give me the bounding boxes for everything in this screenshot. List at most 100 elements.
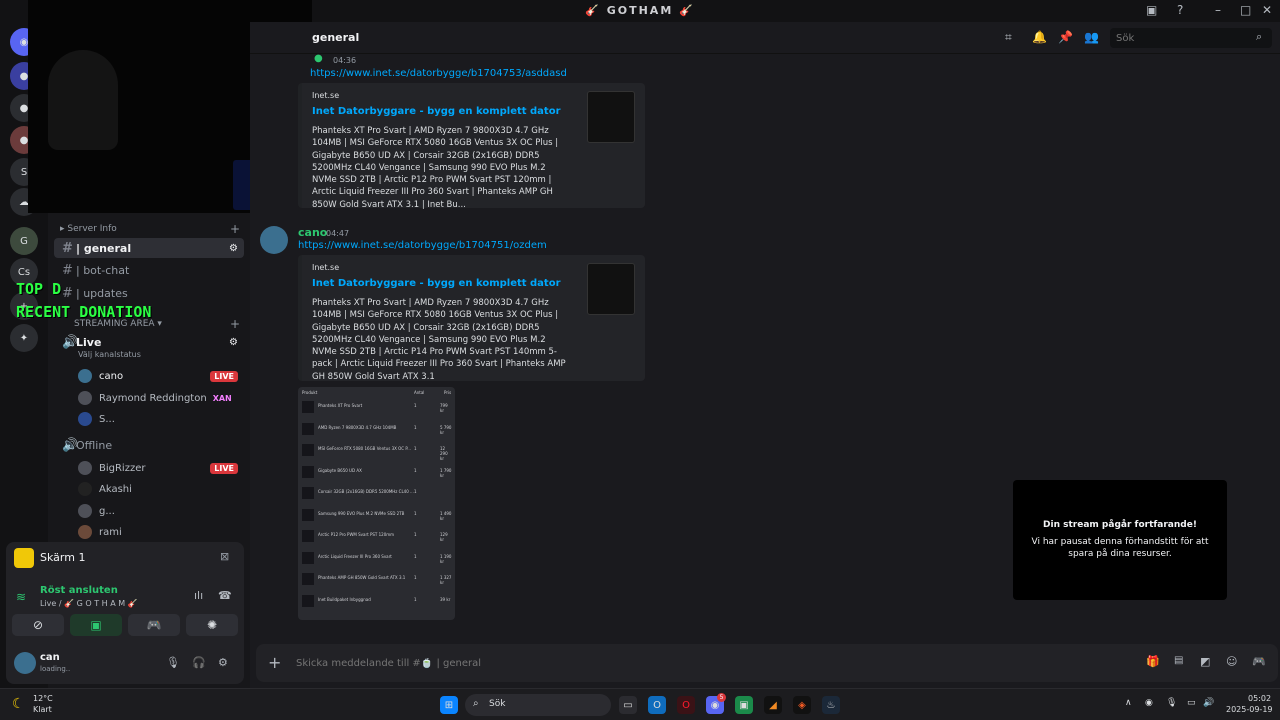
gif-icon[interactable]: ▤ xyxy=(1174,655,1183,666)
tray-icon[interactable]: ◉ xyxy=(1145,698,1153,708)
add-attachment-icon[interactable]: + xyxy=(268,653,281,672)
soundboard-button[interactable]: ✺ xyxy=(186,614,238,636)
search-input[interactable] xyxy=(1110,28,1272,48)
product-thumbnail xyxy=(302,487,314,499)
opera-gx-icon[interactable]: O xyxy=(677,696,695,714)
product-price: 129 kr xyxy=(440,532,448,542)
voice-user[interactable]: g... xyxy=(78,501,115,521)
app-icon[interactable]: ▣ xyxy=(735,696,753,714)
gift-icon[interactable]: 🎁 xyxy=(1146,655,1160,668)
microphone-icon[interactable]: 🎙 xyxy=(166,656,180,669)
pin-icon[interactable]: 📌 xyxy=(1058,30,1073,44)
help-icon[interactable]: ? xyxy=(1177,3,1183,17)
notification-badge: 5 xyxy=(717,693,726,702)
brave-icon[interactable]: ◈ xyxy=(793,696,811,714)
product-thumbnail xyxy=(302,530,314,542)
steam-icon[interactable]: ♨ xyxy=(822,696,840,714)
voice-user[interactable]: Akashi xyxy=(78,479,132,499)
product-price: 1 190 kr xyxy=(440,553,452,564)
stream-card-desc: Vi har pausat denna förhandstitt för att… xyxy=(1031,537,1209,559)
channel-updates[interactable]: # | updates xyxy=(54,283,244,303)
product-name: Inet Buildpaket Inbyggnad xyxy=(318,596,371,602)
category-server-info[interactable]: ▸ Server Info xyxy=(60,224,117,234)
product-thumbnail xyxy=(302,551,314,564)
apps-icon[interactable]: 🎮 xyxy=(1252,655,1266,668)
table-row: Arctic Liquid Freezer III Pro 360 Svart 1… xyxy=(302,551,452,571)
table-row: AMD Ryzen 7 9800X3D 4.7 GHz 104MB 1 5 790 … xyxy=(302,422,452,442)
embed-description: Phanteks XT Pro Svart | AMD Ryzen 7 9800… xyxy=(312,298,566,382)
voice-user[interactable]: S... xyxy=(78,409,115,429)
voice-channel-live[interactable]: 🔊 Live ⚙ xyxy=(54,332,244,352)
file-explorer-icon[interactable]: ▭ xyxy=(619,696,637,714)
app-icon[interactable]: ◢ xyxy=(764,696,782,714)
camera-off-button[interactable]: ⊘ xyxy=(12,614,64,636)
table-row: Phanteks AMP GH 850W Gold Svart ATX 3.1 1… xyxy=(302,573,452,592)
threads-icon[interactable]: ⌗ xyxy=(1005,30,1012,45)
voice-connected[interactable]: Röst ansluten xyxy=(40,585,118,596)
add-channel-icon[interactable]: + xyxy=(230,222,240,236)
weather-temp[interactable]: 12°C xyxy=(33,694,53,703)
disconnect-icon[interactable]: ☎ xyxy=(218,589,232,602)
user-status: loading.. xyxy=(40,665,71,673)
volume-icon[interactable]: 🔊 xyxy=(1203,698,1214,708)
activity-button[interactable]: 🎮 xyxy=(128,614,180,636)
voice-user[interactable]: Raymond Reddington XAN xyxy=(78,388,238,408)
taskbar-search[interactable]: ⌕ Sök xyxy=(465,694,611,716)
tray-chevron-icon[interactable]: ∧ xyxy=(1125,698,1132,708)
overlay-top-donation: TOP D xyxy=(16,280,62,298)
discover-icon[interactable]: ✦ xyxy=(10,324,38,352)
channel-status[interactable]: Välj kanalstatus xyxy=(78,350,141,359)
message-link[interactable]: https://www.inet.se/datorbygge/b1704753/… xyxy=(310,68,567,79)
display-icon[interactable]: ▭ xyxy=(1187,698,1196,708)
add-channel-icon[interactable]: + xyxy=(230,317,240,331)
server-gotham[interactable]: G xyxy=(10,227,38,255)
channel-bot-chat[interactable]: # | bot-chat xyxy=(54,260,244,280)
channel-general[interactable]: # | general ⚙ xyxy=(54,238,244,258)
voice-channel-offline[interactable]: 🔊 Offline xyxy=(54,435,244,455)
user-settings-icon[interactable]: ⚙ xyxy=(218,656,228,669)
table-row: MSI GeForce RTX 5080 16GB Ventus 3X OC P… xyxy=(302,444,452,463)
settings-icon[interactable]: ⚙ xyxy=(229,243,238,254)
stream-preview-card[interactable]: Din stream pågår fortfarande! Vi har pau… xyxy=(1013,480,1227,600)
weather-desc[interactable]: Klart xyxy=(33,705,52,714)
emoji-icon[interactable]: ☺ xyxy=(1226,655,1237,668)
bell-icon[interactable]: 🔔 xyxy=(1032,30,1047,44)
product-thumbnail xyxy=(302,401,314,413)
weather-moon-icon[interactable]: ☾ xyxy=(12,696,25,712)
user-name[interactable]: can xyxy=(40,652,60,663)
maximize-icon[interactable]: □ xyxy=(1240,3,1251,17)
product-qty: 1 xyxy=(414,510,417,516)
settings-icon[interactable]: ⚙ xyxy=(229,337,238,348)
clock-date[interactable]: 2025-09-19 xyxy=(1226,705,1273,714)
avatar[interactable] xyxy=(260,226,288,254)
screen-share-button[interactable]: ▣ xyxy=(70,614,122,636)
avatar[interactable] xyxy=(14,652,36,674)
embed-thumbnail[interactable] xyxy=(587,263,635,315)
windows-start-icon[interactable]: ⊞ xyxy=(440,696,458,714)
close-icon[interactable]: ✕ xyxy=(1262,3,1272,17)
message-timestamp: 04:36 xyxy=(333,56,357,65)
voice-user[interactable]: rami xyxy=(78,522,122,542)
minimize-icon[interactable]: – xyxy=(1215,3,1221,17)
message-input[interactable] xyxy=(296,653,1096,673)
clock-time[interactable]: 05:02 xyxy=(1248,694,1271,703)
stop-stream-icon[interactable]: ⊠ xyxy=(220,550,229,563)
voice-channel-name[interactable]: Live / 🎸 G O T H A M 🎸 xyxy=(40,599,138,608)
headphones-icon[interactable]: 🎧 xyxy=(192,656,206,669)
attachment-image[interactable]: Produkt Antal Pris Phanteks XT Pro Svart… xyxy=(298,387,455,620)
voice-user[interactable]: cano LIVE xyxy=(78,366,238,386)
voice-user[interactable]: BigRizzer LIVE xyxy=(78,458,238,478)
message-author[interactable]: cano xyxy=(298,226,327,239)
outlook-icon[interactable]: O xyxy=(648,696,666,714)
noise-icon[interactable]: ılı xyxy=(194,589,203,602)
table-row: Inet Buildpaket Inbyggnad 1 39 kr xyxy=(302,594,452,614)
sticker-icon[interactable]: ◩ xyxy=(1200,655,1210,668)
microphone-icon[interactable]: 🎙 xyxy=(1166,698,1177,708)
embed-thumbnail[interactable] xyxy=(587,91,635,143)
product-price: 1 327 kr xyxy=(440,575,452,585)
message-link[interactable]: https://www.inet.se/datorbygge/b1704751/… xyxy=(298,240,547,251)
product-name: Samsung 990 EVO Plus M.2 NVMe SSD 2TB xyxy=(318,510,405,516)
camera-off-icon: ⊘ xyxy=(32,618,44,632)
members-icon[interactable]: 👥 xyxy=(1084,30,1099,44)
inbox-icon[interactable]: ▣ xyxy=(1146,3,1157,17)
